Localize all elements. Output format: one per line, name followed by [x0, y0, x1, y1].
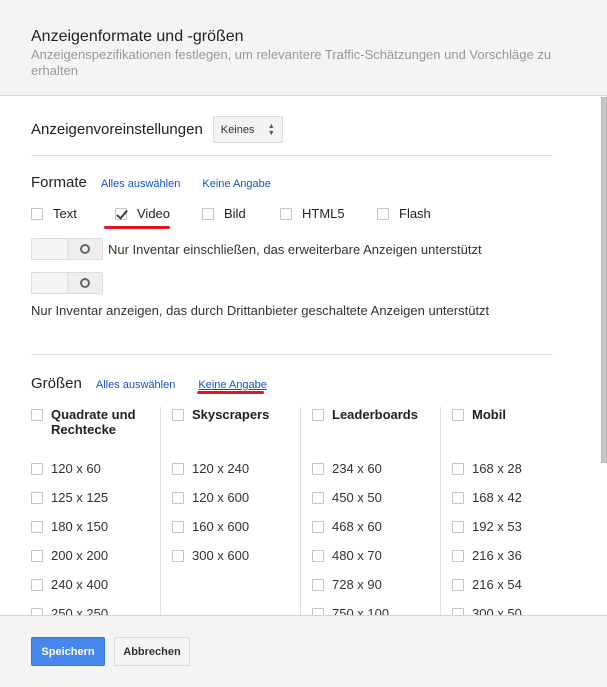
checkbox[interactable]	[312, 409, 324, 421]
checkbox[interactable]	[452, 520, 464, 533]
formats-header: Formate Alles auswählen Keine Angabe	[31, 174, 271, 191]
size-option[interactable]: 120 x 600	[172, 483, 300, 512]
size-option[interactable]: 300 x 600	[172, 541, 300, 570]
dialog-footer: Speichern Abbrechen	[0, 615, 607, 687]
formats-select-none-link[interactable]: Keine Angabe	[202, 178, 271, 190]
size-column-header[interactable]: Quadrate und Rechtecke	[31, 407, 149, 454]
size-column-header[interactable]: Skyscrapers	[172, 407, 300, 454]
toggle-knob-icon	[80, 244, 90, 254]
dialog-body: Anzeigenvoreinstellungen Keines ▲ ▼ Forma…	[0, 96, 607, 615]
sizes-header: Größen Alles auswählen Keine Angabe	[31, 375, 267, 392]
format-option-html5[interactable]: HTML5	[280, 206, 377, 221]
size-option[interactable]: 216 x 36	[452, 541, 580, 570]
checkbox[interactable]	[452, 409, 464, 421]
dialog-subtitle: Anzeigenspezifikationen festlegen, um re…	[31, 47, 552, 78]
sizes-select-none-link[interactable]: Keine Angabe	[198, 379, 267, 391]
size-option[interactable]: 168 x 28	[452, 454, 580, 483]
size-option[interactable]: 160 x 600	[172, 512, 300, 541]
checkbox[interactable]	[31, 207, 43, 220]
size-column-leaderboards: Leaderboards 234 x 60 450 x 50 468 x 60 480…	[300, 407, 440, 615]
checkbox[interactable]	[31, 520, 43, 533]
checkbox[interactable]	[452, 578, 464, 591]
preset-row: Anzeigenvoreinstellungen Keines ▲ ▼	[31, 116, 283, 143]
divider	[31, 155, 553, 156]
cancel-button[interactable]: Abbrechen	[114, 637, 190, 666]
size-column-header[interactable]: Mobil	[452, 407, 580, 454]
checkbox[interactable]	[202, 207, 214, 220]
checkbox[interactable]	[31, 409, 43, 421]
checkbox-checked[interactable]	[115, 207, 127, 220]
size-option[interactable]: 750 x 100	[312, 599, 440, 615]
size-option[interactable]: 216 x 54	[452, 570, 580, 599]
checkbox[interactable]	[312, 607, 324, 615]
size-option[interactable]: 180 x 150	[31, 512, 149, 541]
format-option-bild[interactable]: Bild	[202, 206, 280, 221]
checkbox[interactable]	[31, 607, 43, 615]
toggle-expandable-ads[interactable]	[31, 238, 103, 260]
size-option[interactable]: 192 x 53	[452, 512, 580, 541]
dialog-header: Anzeigenformate und -größen Anzeigenspez…	[0, 0, 607, 96]
checkbox[interactable]	[172, 462, 184, 475]
annotation-underline-keine-angabe	[197, 391, 264, 394]
save-button[interactable]: Speichern	[31, 637, 105, 666]
sizes-title: Größen	[31, 375, 82, 392]
checkbox[interactable]	[31, 462, 43, 475]
format-option-flash[interactable]: Flash	[377, 206, 431, 221]
size-option[interactable]: 120 x 60	[31, 454, 149, 483]
annotation-underline-video	[104, 226, 170, 229]
size-column-header[interactable]: Leaderboards	[312, 407, 440, 454]
size-option[interactable]: 468 x 60	[312, 512, 440, 541]
checkbox[interactable]	[452, 549, 464, 562]
formats-select-all-link[interactable]: Alles auswählen	[101, 178, 181, 190]
checkbox[interactable]	[312, 462, 324, 475]
checkbox[interactable]	[172, 549, 184, 562]
size-option[interactable]: 450 x 50	[312, 483, 440, 512]
checkbox[interactable]	[452, 607, 464, 615]
checkbox[interactable]	[377, 207, 389, 220]
select-arrows-icon: ▲ ▼	[267, 123, 275, 137]
checkbox[interactable]	[31, 491, 43, 504]
checkbox[interactable]	[312, 549, 324, 562]
scrollbar-thumb[interactable]	[601, 97, 607, 463]
preset-select[interactable]: Keines ▲ ▼	[212, 116, 283, 143]
divider	[31, 354, 553, 355]
toggle-knob-icon	[80, 278, 90, 288]
checkbox[interactable]	[312, 520, 324, 533]
checkbox[interactable]	[312, 578, 324, 591]
checkbox[interactable]	[172, 520, 184, 533]
size-option[interactable]: 125 x 125	[31, 483, 149, 512]
toggle-expandable-ads-label: Nur Inventar einschließen, das erweiterb…	[108, 242, 482, 257]
size-option[interactable]: 234 x 60	[312, 454, 440, 483]
size-option[interactable]: 120 x 240	[172, 454, 300, 483]
sizes-grid: Quadrate und Rechtecke 120 x 60 125 x 125…	[31, 407, 591, 615]
checkbox[interactable]	[172, 409, 184, 421]
toggle-third-party-ads[interactable]	[31, 272, 103, 294]
checkbox[interactable]	[280, 207, 292, 220]
size-column-mobil: Mobil 168 x 28 168 x 42 192 x 53 216 x 36 21…	[440, 407, 580, 615]
size-column-quadrate: Quadrate und Rechtecke 120 x 60 125 x 125…	[31, 407, 149, 615]
size-option[interactable]: 300 x 50	[452, 599, 580, 615]
formats-title: Formate	[31, 174, 87, 191]
format-option-text[interactable]: Text	[31, 206, 115, 221]
checkbox[interactable]	[31, 549, 43, 562]
preset-select-value: Keines	[220, 123, 255, 136]
size-option[interactable]: 200 x 200	[31, 541, 149, 570]
sizes-select-all-link[interactable]: Alles auswählen	[96, 379, 176, 391]
checkbox[interactable]	[172, 491, 184, 504]
format-option-video[interactable]: Video	[115, 206, 202, 221]
format-options: Text Video Bild HTML5 Flash	[31, 206, 431, 221]
checkbox[interactable]	[312, 491, 324, 504]
size-column-skyscrapers: Skyscrapers 120 x 240 120 x 600 160 x 600 3…	[160, 407, 300, 615]
size-option[interactable]: 728 x 90	[312, 570, 440, 599]
size-option[interactable]: 480 x 70	[312, 541, 440, 570]
size-option[interactable]: 250 x 250	[31, 599, 149, 615]
size-option[interactable]: 240 x 400	[31, 570, 149, 599]
checkbox[interactable]	[452, 462, 464, 475]
size-option[interactable]: 168 x 42	[452, 483, 580, 512]
checkbox[interactable]	[31, 578, 43, 591]
checkbox[interactable]	[452, 491, 464, 504]
preset-label: Anzeigenvoreinstellungen	[31, 121, 203, 138]
dialog-title: Anzeigenformate und -größen	[31, 28, 244, 45]
toggle-third-party-ads-label: Nur Inventar anzeigen, das durch Drittan…	[31, 303, 490, 318]
